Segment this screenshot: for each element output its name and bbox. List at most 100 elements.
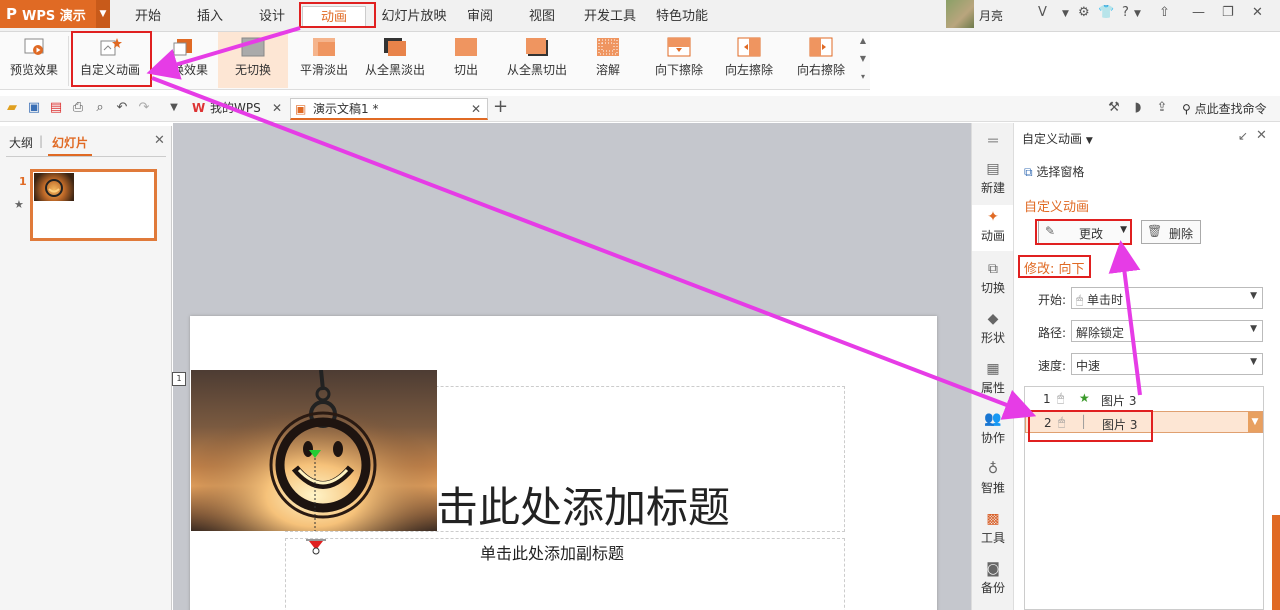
transition-wipe-left[interactable]: 向左擦除 bbox=[720, 32, 778, 88]
speed-select[interactable]: 中速 ▼ bbox=[1071, 353, 1263, 375]
format-icon[interactable]: ◗ bbox=[1130, 100, 1146, 116]
minimize-icon[interactable]: — bbox=[1192, 5, 1205, 20]
save-icon[interactable]: ▣ bbox=[26, 100, 42, 116]
user-name[interactable]: 月亮 bbox=[979, 7, 1003, 24]
transition-label: 向左擦除 bbox=[724, 63, 773, 77]
switch-effect-button[interactable]: 切换效果 bbox=[154, 32, 214, 88]
tab-label: 我的WPS bbox=[210, 101, 261, 115]
app-menu-button[interactable]: P WPS 演示 ▼ bbox=[0, 0, 110, 28]
pane-header[interactable]: 自定义动画 ▼ bbox=[1022, 130, 1093, 147]
tab-my-wps[interactable]: W 我的WPS ✕ bbox=[188, 98, 288, 120]
redo-icon[interactable]: ↷ bbox=[136, 100, 152, 116]
skin-icon[interactable]: 👕 bbox=[1098, 5, 1114, 20]
transition-none[interactable]: 无切换 bbox=[218, 32, 288, 88]
tab-home[interactable]: 开始 bbox=[126, 6, 170, 28]
open-folder-icon[interactable]: ▰ bbox=[4, 100, 20, 116]
tab-slides[interactable]: 幻灯片 bbox=[52, 134, 88, 151]
delete-effect-button[interactable]: 🗑 删除 bbox=[1141, 220, 1201, 244]
sidebar-item-label: 工具 bbox=[980, 531, 1005, 545]
export-pdf-icon[interactable]: ▤ bbox=[48, 100, 64, 116]
wps-logo-icon: W bbox=[192, 101, 206, 115]
slide-thumbnail[interactable] bbox=[30, 169, 157, 241]
tab-developer[interactable]: 开发工具 bbox=[580, 6, 640, 28]
print-icon[interactable]: ⎙ bbox=[70, 100, 86, 116]
sidebar-item-label: 协作 bbox=[980, 431, 1005, 445]
tab-insert[interactable]: 插入 bbox=[188, 6, 232, 28]
sidebar-item-shape[interactable]: ◆ 形状 bbox=[972, 311, 1014, 346]
transition-label: 无切换 bbox=[234, 63, 271, 77]
close-icon[interactable]: ✕ bbox=[471, 99, 481, 119]
smiley-icon bbox=[45, 179, 63, 197]
sidebar-item-backup[interactable]: ◙ 备份 bbox=[972, 561, 1014, 596]
presentation-file-icon: ▣ bbox=[295, 102, 307, 116]
tab-slideshow[interactable]: 幻灯片放映 bbox=[372, 6, 456, 28]
tab-view[interactable]: 视图 bbox=[522, 6, 562, 28]
path-end-marker-icon[interactable] bbox=[304, 536, 328, 556]
ribbon-scroll[interactable]: ▲ ▼ ▾ bbox=[858, 32, 868, 88]
transition-label: 平滑淡出 bbox=[299, 63, 348, 77]
slide-title[interactable]: 击此处添加标题 bbox=[436, 474, 730, 535]
sidebar-item-label: 属性 bbox=[980, 381, 1005, 395]
vip-icon[interactable]: V bbox=[1038, 5, 1047, 20]
avatar[interactable] bbox=[946, 0, 974, 28]
chevron-down-icon[interactable]: ▼ bbox=[166, 100, 182, 116]
print-preview-icon[interactable]: ⌕ bbox=[92, 100, 108, 116]
tab-outline[interactable]: 大纲 bbox=[9, 134, 33, 151]
close-icon[interactable]: ✕ bbox=[272, 98, 282, 118]
restore-ribbon-icon[interactable]: ⇧ bbox=[1159, 5, 1170, 20]
sidebar-item-animation[interactable]: ✦ 动画 bbox=[972, 205, 1014, 251]
path-select[interactable]: 解除锁定 ▼ bbox=[1071, 320, 1263, 342]
tab-features[interactable]: 特色功能 bbox=[652, 6, 712, 28]
animation-item[interactable]: 1 🖱 ★ 图片 3 bbox=[1025, 388, 1263, 410]
chevron-down-icon[interactable]: ▼ bbox=[1134, 9, 1141, 19]
add-tab-icon[interactable]: + bbox=[493, 96, 508, 117]
preview-effect-button[interactable]: 预览效果 bbox=[4, 32, 64, 88]
sidebar-item-smart[interactable]: ♁ 智推 bbox=[972, 461, 1014, 496]
transition-cut-from-black[interactable]: 从全黑切出 bbox=[502, 32, 572, 88]
maximize-icon[interactable]: ❐ bbox=[1222, 5, 1234, 20]
transition-smooth-fade[interactable]: 平滑淡出 bbox=[292, 32, 356, 88]
chevron-down-icon[interactable]: ▼ bbox=[1248, 412, 1262, 432]
help-icon[interactable]: ? bbox=[1122, 5, 1129, 20]
transition-wipe-down[interactable]: 向下擦除 bbox=[650, 32, 708, 88]
tab-review[interactable]: 审阅 bbox=[460, 6, 500, 28]
sidebar-item-switch[interactable]: ⧉ 切换 bbox=[972, 261, 1014, 296]
close-icon[interactable]: ✕ bbox=[154, 133, 165, 148]
close-icon[interactable]: ✕ bbox=[1256, 128, 1267, 143]
sidebar-item-label: 动画 bbox=[980, 229, 1005, 243]
transition-wipe-right[interactable]: 向右擦除 bbox=[792, 32, 850, 88]
undo-icon[interactable]: ↶ bbox=[114, 100, 130, 116]
chevron-down-icon[interactable]: ▼ bbox=[96, 0, 110, 28]
transition-wipe-left-icon bbox=[737, 37, 761, 57]
sidebar-item-label: 备份 bbox=[980, 581, 1005, 595]
slide[interactable]: 击此处添加标题 单击此处添加副标题 1 bbox=[172, 316, 937, 610]
collapse-icon[interactable]: ↙ bbox=[1238, 129, 1248, 143]
section-title: 自定义动画 bbox=[1024, 200, 1090, 215]
selection-pane-button[interactable]: ⧉ 选择窗格 bbox=[1024, 163, 1084, 180]
tab-document[interactable]: ▣ 演示文稿1 * ✕ bbox=[290, 98, 488, 120]
transition-dissolve-icon bbox=[597, 38, 619, 56]
chevron-down-icon[interactable]: ▼ bbox=[1062, 9, 1069, 19]
slide-subtitle[interactable]: 单击此处添加副标题 bbox=[480, 540, 624, 564]
sweep-icon[interactable]: ⚒ bbox=[1106, 100, 1122, 116]
sidebar-item-new[interactable]: ▤ 新建 bbox=[972, 161, 1014, 196]
sidebar-item-collaborate[interactable]: 👥 协作 bbox=[972, 411, 1014, 446]
mouse-icon: 🖱 bbox=[1076, 293, 1084, 307]
transition-dissolve[interactable]: 溶解 bbox=[584, 32, 632, 88]
sidebar-item-properties[interactable]: ▦ 属性 bbox=[972, 361, 1014, 396]
smiley-pendant-picture[interactable] bbox=[191, 370, 437, 531]
command-search[interactable]: ⚲ 点此查找命令 bbox=[1182, 100, 1267, 117]
close-icon[interactable]: ✕ bbox=[1252, 5, 1263, 20]
sidebar-item-tools[interactable]: ▩ 工具 bbox=[972, 511, 1014, 546]
transition-label: 从全黑切出 bbox=[506, 63, 567, 77]
transition-wipe-down-icon bbox=[667, 37, 691, 57]
start-select[interactable]: 🖱 单击时 ▼ bbox=[1071, 287, 1263, 309]
transition-label: 向下擦除 bbox=[654, 63, 703, 77]
tab-design[interactable]: 设计 bbox=[250, 6, 294, 28]
scrollbar[interactable] bbox=[1272, 515, 1280, 610]
transition-cut[interactable]: 切出 bbox=[440, 32, 492, 88]
share-icon[interactable]: ⇪ bbox=[1154, 100, 1170, 116]
transition-fade-from-black[interactable]: 从全黑淡出 bbox=[360, 32, 430, 88]
wps-logo-icon: P bbox=[6, 5, 17, 23]
settings-icon[interactable]: ⚙ bbox=[1078, 5, 1090, 20]
